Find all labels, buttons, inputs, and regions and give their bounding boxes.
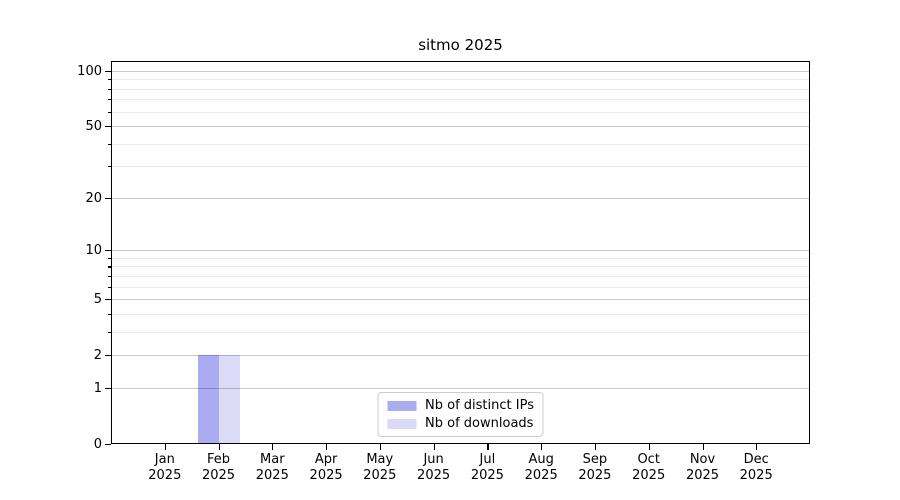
y-tick-label: 100 <box>77 63 102 79</box>
y-tick-label: 10 <box>85 243 102 259</box>
chart-title: sitmo 2025 <box>418 36 503 54</box>
x-tick-label: Oct 2025 <box>632 452 666 483</box>
x-tick-mark <box>702 444 704 450</box>
x-tick-mark <box>326 444 328 450</box>
bar-nb-of-distinct-ips <box>197 355 219 444</box>
x-tick-mark <box>218 444 220 450</box>
x-tick-mark <box>594 444 597 450</box>
plot-area: Nb of distinct IPs Nb of downloads <box>111 61 810 444</box>
legend-label: Nb of downloads <box>425 416 534 431</box>
legend-item: Nb of downloads <box>387 416 534 431</box>
x-tick-label: Jul 2025 <box>470 452 504 483</box>
x-tick-mark <box>379 444 381 450</box>
x-tick-label: May 2025 <box>363 452 397 483</box>
x-tick-mark <box>756 444 758 450</box>
x-tick-label: Nov 2025 <box>685 452 720 483</box>
x-tick-mark <box>541 444 543 450</box>
x-tick-label: Feb 2025 <box>201 452 236 483</box>
x-tick-label: Apr 2025 <box>309 452 343 483</box>
legend-label: Nb of distinct IPs <box>425 398 534 413</box>
x-tick-mark <box>164 444 166 450</box>
x-tick-label: Sep 2025 <box>578 452 612 483</box>
x-tick-label: Dec 2025 <box>739 452 773 483</box>
legend-swatch <box>387 418 417 429</box>
x-tick-mark <box>272 444 274 450</box>
legend: Nb of distinct IPs Nb of downloads <box>377 392 544 437</box>
bar-nb-of-downloads <box>218 355 240 444</box>
x-tick-mark <box>648 444 650 450</box>
y-tick-label: 0 <box>93 437 102 452</box>
x-tick-label: Mar 2025 <box>255 452 289 483</box>
x-tick-mark <box>487 444 489 450</box>
x-tick-label: Aug 2025 <box>524 452 558 483</box>
bars-layer <box>111 61 810 444</box>
legend-item: Nb of distinct IPs <box>387 398 534 413</box>
y-tick-label: 2 <box>93 348 102 364</box>
x-tick-mark <box>433 444 435 450</box>
legend-swatch <box>387 400 417 411</box>
y-tick-label: 20 <box>85 190 102 206</box>
download-stats-chart: sitmo 2025 Nb of distinct IPs Nb of downl… <box>0 0 900 500</box>
y-tick-label: 50 <box>85 119 102 135</box>
x-tick-label: Jan 2025 <box>148 452 182 483</box>
x-tick-label: Jun 2025 <box>417 452 451 483</box>
y-tick-label: 1 <box>93 380 102 396</box>
y-tick-mark <box>105 444 111 446</box>
y-tick-label: 5 <box>93 292 102 308</box>
